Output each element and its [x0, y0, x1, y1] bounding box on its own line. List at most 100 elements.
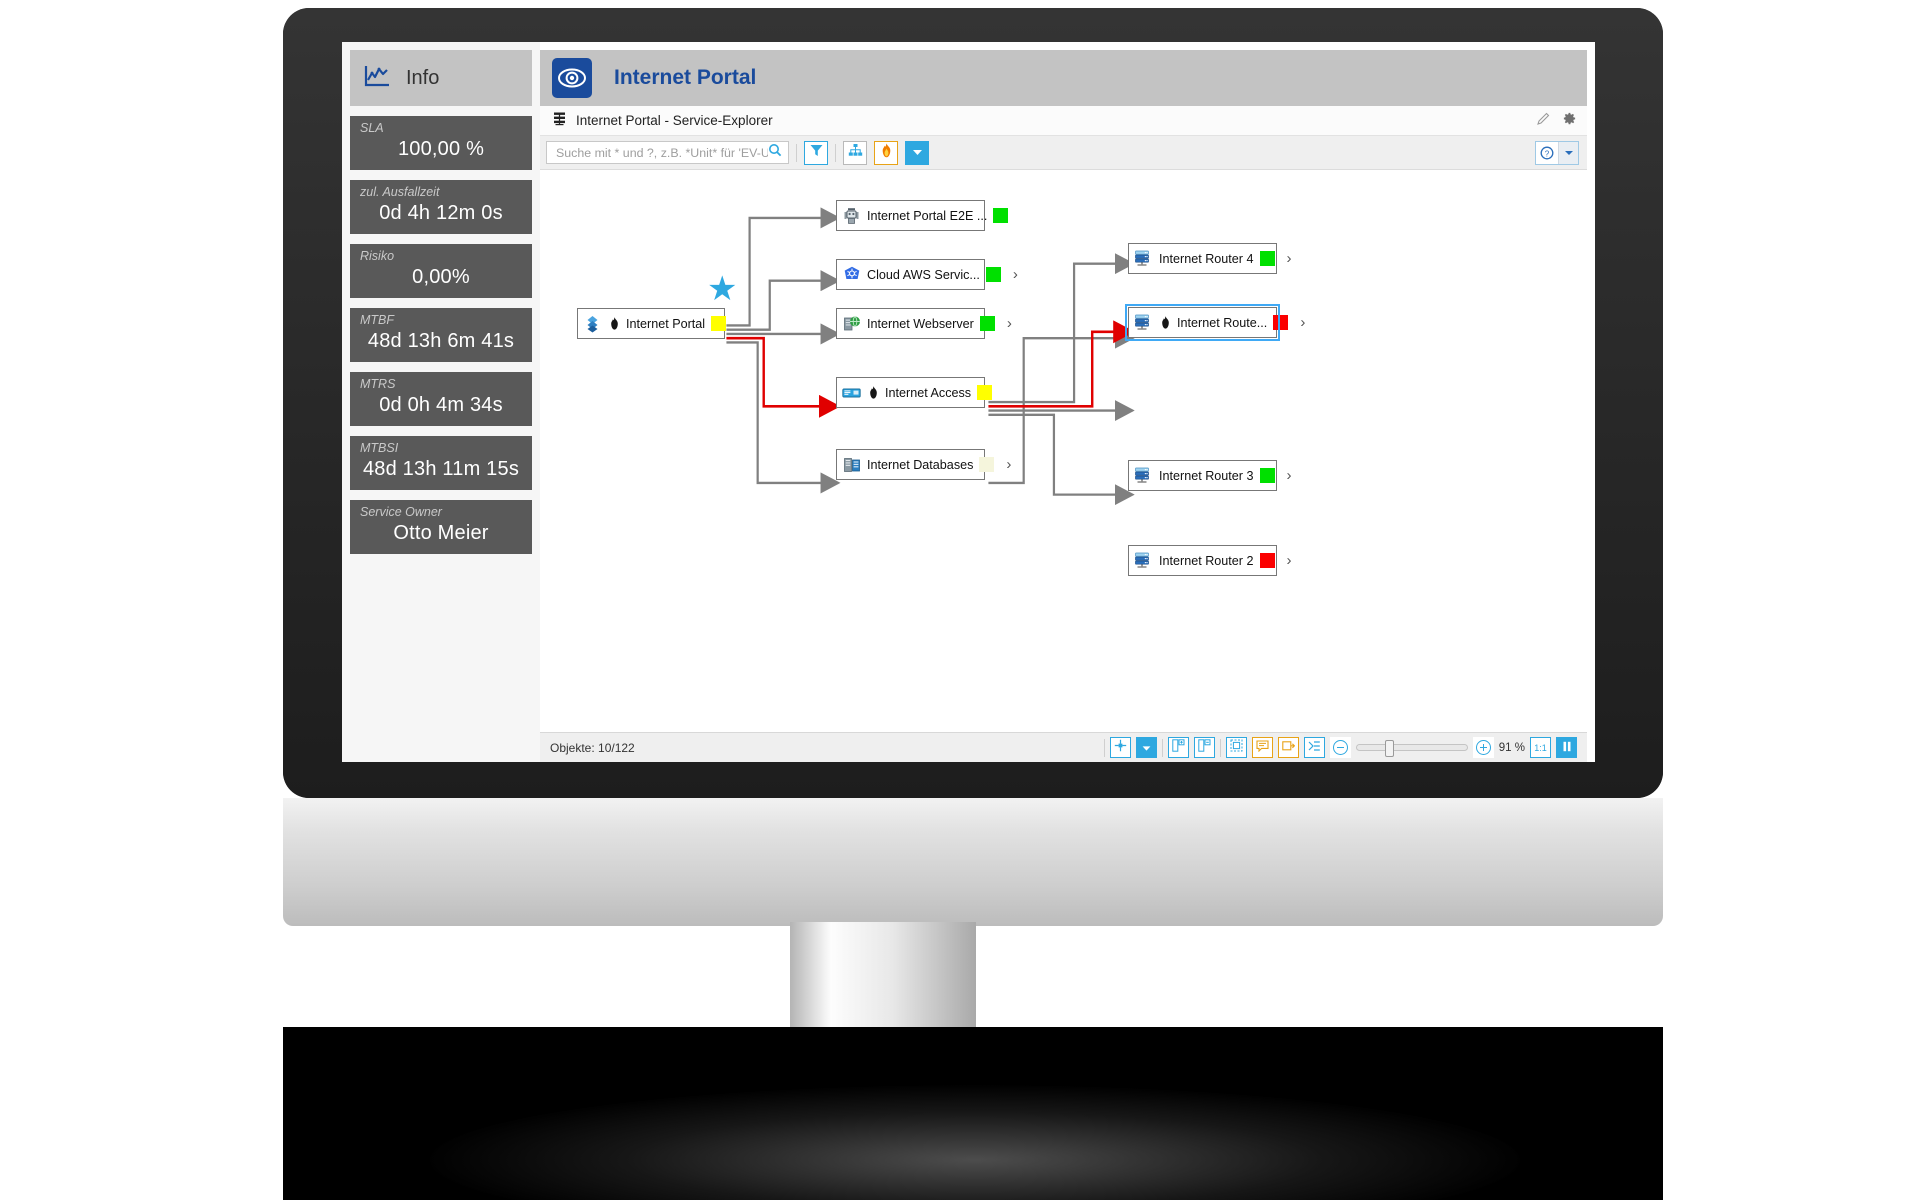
- fire-dropdown-button[interactable]: [905, 140, 929, 165]
- robot-icon: [842, 206, 861, 225]
- kubernetes-icon: [842, 265, 861, 284]
- breadcrumb-text: Internet Portal - Service-Explorer: [576, 113, 773, 128]
- status-indicator: [979, 316, 995, 331]
- flame-icon: [867, 386, 879, 399]
- node-label: Internet Portal E2E ...: [867, 208, 988, 223]
- graph-node-internet-webserver[interactable]: Internet Webserver ›: [836, 308, 1012, 339]
- expand-nodes-icon: [1172, 738, 1185, 757]
- zoom-in-button[interactable]: [1472, 737, 1494, 758]
- status-indicator: [1259, 553, 1275, 568]
- eye-icon: [552, 58, 592, 98]
- node-label: Internet Access: [885, 385, 972, 400]
- explorer-toolbar: ?: [540, 136, 1587, 170]
- node-label: Internet Databases: [867, 457, 974, 472]
- org-chart-icon: [848, 143, 863, 162]
- node-label: Internet Webserver: [867, 316, 974, 331]
- database-icon: [842, 455, 861, 474]
- node-label: Internet Portal: [626, 316, 706, 331]
- kpi-value: Otto Meier: [393, 522, 489, 544]
- status-indicator: [1273, 315, 1289, 330]
- expand-chevron-icon[interactable]: ›: [1284, 467, 1298, 484]
- minus-circle-icon: [1332, 740, 1348, 755]
- pause-icon: [1562, 739, 1572, 757]
- expand-all-button[interactable]: [1167, 737, 1189, 758]
- sidebar-info-header[interactable]: Info: [350, 50, 532, 106]
- router-icon: [1134, 466, 1153, 485]
- expand-chevron-icon[interactable]: ›: [1284, 552, 1298, 569]
- star-icon[interactable]: ★: [707, 272, 737, 306]
- labels-button[interactable]: [1251, 737, 1273, 758]
- hierarchy-button[interactable]: [843, 140, 867, 165]
- chevron-down-icon: [1142, 739, 1151, 757]
- status-indicator: [977, 385, 993, 400]
- actual-size-button[interactable]: 1:1: [1530, 737, 1551, 758]
- fit-to-page-button[interactable]: [1225, 737, 1247, 758]
- zoom-out-button[interactable]: [1329, 737, 1351, 758]
- graph-node-internet-databases[interactable]: Internet Databases ›: [836, 449, 1011, 480]
- layout-dropdown-button[interactable]: [1135, 737, 1157, 758]
- magnifier-icon[interactable]: [768, 143, 782, 162]
- breadcrumb: Internet Portal - Service-Explorer: [540, 106, 1587, 136]
- graph-node-internet-portal[interactable]: Internet Portal: [577, 308, 727, 339]
- kpi-label: MTBF: [360, 313, 395, 327]
- statusbar-separator: [1103, 738, 1105, 757]
- graph-node-internet-router-selected[interactable]: Internet Route... ›: [1125, 304, 1305, 341]
- kpi-label: zul. Ausfallzeit: [360, 185, 440, 199]
- kpi-value: 0d 4h 12m 0s: [379, 202, 503, 224]
- expand-chevron-icon[interactable]: ›: [1284, 250, 1298, 267]
- network-card-icon: [842, 383, 861, 402]
- gear-icon[interactable]: [1562, 111, 1577, 131]
- zoom-slider-knob[interactable]: [1384, 740, 1394, 757]
- node-label: Internet Router 2: [1159, 553, 1254, 568]
- graph-node-internet-router-2[interactable]: Internet Router 2 ›: [1128, 545, 1292, 576]
- help-combo[interactable]: ?: [1535, 140, 1579, 165]
- cluster-icon: [583, 314, 602, 333]
- layout-button[interactable]: [1109, 737, 1131, 758]
- status-indicator: [1259, 251, 1275, 266]
- legend-button[interactable]: [1277, 737, 1299, 758]
- kpi-value: 100,00 %: [397, 138, 485, 160]
- kpi-label: Risiko: [360, 249, 395, 263]
- layout-icon: [1114, 739, 1127, 757]
- pause-button[interactable]: [1556, 737, 1577, 758]
- zoom-percent: 91 %: [1498, 741, 1525, 754]
- statusbar-separator: [1161, 738, 1163, 757]
- graph-node-cloud-aws-service[interactable]: Cloud AWS Servic... ›: [836, 259, 1018, 290]
- kpi-mtrs: MTRS 0d 0h 4m 34s: [350, 372, 532, 426]
- question-circle-icon[interactable]: ?: [1536, 141, 1558, 164]
- zoom-slider[interactable]: [1355, 740, 1468, 757]
- flame-icon: [880, 143, 893, 163]
- chart-line-icon: [364, 64, 390, 93]
- status-indicator: [1259, 468, 1275, 483]
- expand-chevron-icon[interactable]: ›: [1010, 266, 1024, 283]
- kpi-mtbf: MTBF 48d 13h 6m 41s: [350, 308, 532, 362]
- help-dropdown-icon[interactable]: [1558, 141, 1578, 164]
- graph-node-internet-portal-e2e[interactable]: Internet Portal E2E ...: [836, 200, 1009, 231]
- graph-node-internet-router-3[interactable]: Internet Router 3 ›: [1128, 460, 1292, 491]
- node-label: Cloud AWS Servic...: [867, 267, 980, 282]
- expand-chevron-icon[interactable]: ›: [1297, 314, 1311, 331]
- align-button[interactable]: [1303, 737, 1325, 758]
- graph-node-internet-router-4[interactable]: Internet Router 4 ›: [1128, 243, 1292, 274]
- statusbar-separator: [1219, 738, 1221, 757]
- search-input-wrapper[interactable]: [546, 141, 789, 164]
- graph-node-internet-access[interactable]: Internet Access: [836, 377, 993, 408]
- plus-circle-icon: [1475, 740, 1491, 755]
- webserver-globe-icon: [842, 314, 861, 333]
- fire-button[interactable]: [874, 140, 898, 165]
- expand-chevron-icon[interactable]: ›: [1003, 456, 1017, 473]
- kpi-value: 48d 13h 11m 15s: [362, 458, 520, 480]
- screenshot-root: Info SLA 100,00 % zul. Ausfallzeit 0d 4h…: [0, 0, 1920, 1200]
- filter-button[interactable]: [804, 140, 828, 165]
- flame-icon: [608, 317, 620, 330]
- sidebar-info-label: Info: [406, 66, 440, 89]
- kpi-value: 0d 0h 4m 34s: [379, 394, 503, 416]
- search-input[interactable]: [556, 145, 768, 160]
- router-icon: [1134, 313, 1153, 332]
- collapse-all-button[interactable]: [1193, 737, 1215, 758]
- pencil-icon[interactable]: [1537, 112, 1550, 130]
- expand-chevron-icon[interactable]: ›: [1004, 315, 1018, 332]
- service-explorer-canvas[interactable]: Internet Portal ★ Internet Portal E2E ..…: [540, 170, 1587, 732]
- kpi-label: MTRS: [360, 377, 396, 391]
- router-icon: [1134, 249, 1153, 268]
